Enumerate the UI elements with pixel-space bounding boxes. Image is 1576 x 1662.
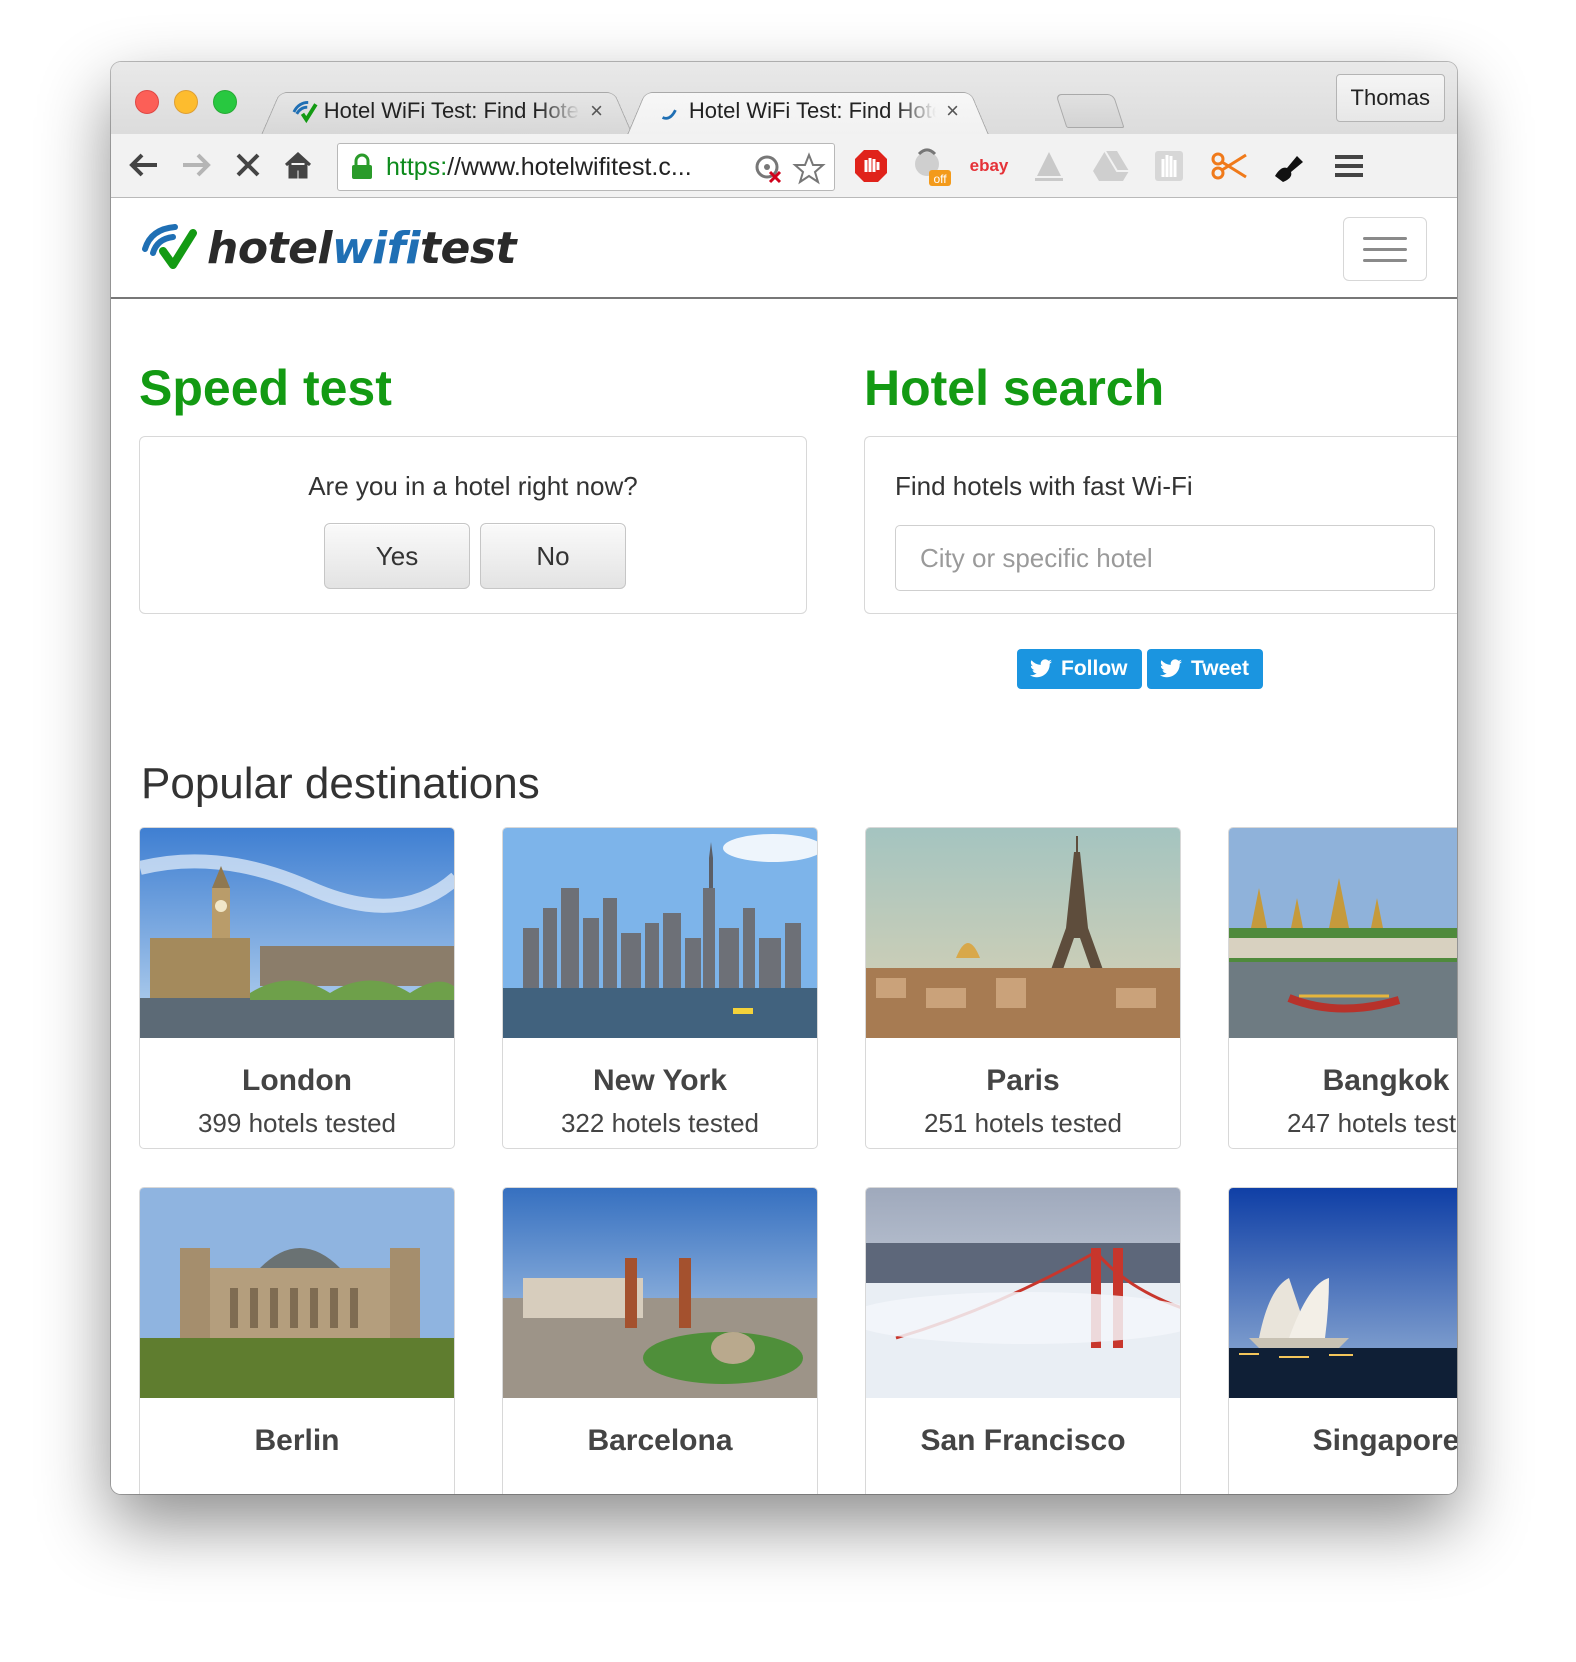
tab-hotel-wifi-test-2[interactable]: Hotel WiFi Test: Find Hotels with Fast W… (627, 87, 989, 135)
twitter-follow-button[interactable]: Follow (1017, 649, 1142, 689)
hamburger-bar (1363, 258, 1407, 262)
plug-icon[interactable] (1269, 146, 1309, 186)
honey-off-badge: off (933, 172, 947, 186)
destination-card-paris[interactable]: Paris 251 hotels tested (865, 827, 1181, 1149)
ebay-icon[interactable]: ebay (969, 146, 1009, 186)
tab-title: Hotel WiFi Test: Find Hotels with Fast W… (688, 98, 936, 123)
destination-name: Bangkok (1322, 1064, 1450, 1097)
site-navbar: hotelwifitest (111, 199, 1457, 299)
destination-name: Berlin (254, 1424, 340, 1457)
url-scheme: https: (386, 152, 448, 181)
destination-name: Singapore (1312, 1424, 1457, 1457)
berlin-photo (140, 1188, 454, 1398)
destination-count: 251 hotels tested (923, 1108, 1123, 1138)
window-minimize-button[interactable] (174, 90, 198, 114)
follow-label: Follow (1061, 657, 1128, 680)
hamburger-bar (1363, 247, 1407, 251)
adblock-icon[interactable] (851, 146, 891, 186)
destination-count: 247 hotels tested (1286, 1108, 1457, 1138)
destination-name: San Francisco (920, 1424, 1126, 1457)
forward-arrow-icon (183, 153, 211, 177)
hotel-search-label: Find hotels with fast Wi-Fi (895, 471, 1193, 501)
screenshot-stage: Hotel WiFi Test: Find Hotels with Fast W… (0, 0, 1576, 1662)
destination-name: Paris (986, 1064, 1060, 1097)
tab-hotel-wifi-test-1[interactable]: Hotel WiFi Test: Find Hotels with Fast W… (261, 87, 633, 135)
speed-test-card: Are you in a hotel right now? Yes No (139, 436, 807, 614)
destination-name: London (242, 1064, 352, 1097)
nav-menu-toggle-button[interactable] (1343, 217, 1427, 281)
logo-text-hotel: hotel (207, 222, 333, 274)
stop-x-icon (236, 153, 260, 177)
back-button[interactable] (123, 144, 165, 186)
generic-extension-icon[interactable] (1029, 146, 1069, 186)
stop-button[interactable] (227, 144, 269, 186)
hotel-search-input[interactable] (895, 525, 1435, 591)
hamburger-bar (1363, 236, 1407, 240)
twitter-bird-icon (1160, 659, 1182, 678)
destination-card-london[interactable]: London 399 hotels tested (139, 827, 455, 1149)
twitter-bird-icon (1030, 659, 1052, 678)
web-page: hotelwifitest Speed test Are you in a ho… (111, 199, 1457, 1494)
destination-card-barcelona[interactable]: Barcelona (502, 1187, 818, 1494)
london-photo (140, 828, 454, 1038)
window-maximize-button[interactable] (213, 90, 237, 114)
destination-count: 399 hotels tested (197, 1108, 397, 1138)
honey-icon[interactable]: off (911, 146, 951, 186)
twitter-tweet-button[interactable]: Tweet (1147, 649, 1263, 689)
url-text: https://www.hotelwifitest.c... (386, 153, 746, 182)
home-icon (284, 151, 312, 179)
ebay-label: ebay (969, 156, 1009, 175)
destination-card-berlin[interactable]: Berlin (139, 1187, 455, 1494)
bookmark-star-icon[interactable] (792, 152, 826, 186)
no-button[interactable]: No (480, 523, 626, 589)
destination-card-bangkok[interactable]: Bangkok 247 hotels tested (1228, 827, 1457, 1149)
site-logo[interactable]: hotelwifitest (141, 221, 517, 275)
wifi-check-logo-icon (142, 224, 197, 269)
popular-destinations-heading: Popular destinations (141, 759, 540, 808)
tab-title: Hotel WiFi Test: Find Hotels with Fast W… (323, 98, 580, 123)
san-francisco-photo (866, 1188, 1180, 1398)
destination-card-new-york[interactable]: New York 322 hotels tested (502, 827, 818, 1149)
hotelwifitest-favicon-icon (292, 100, 318, 124)
window-close-button[interactable] (135, 90, 159, 114)
browser-toolbar: https://www.hotelwifitest.c... off ebay (111, 134, 1457, 198)
tab-close-icon[interactable]: × (590, 98, 603, 124)
destination-card-singapore[interactable]: Singapore (1228, 1187, 1457, 1494)
home-button[interactable] (277, 144, 319, 186)
google-drive-icon[interactable] (1091, 146, 1131, 186)
browser-window: Hotel WiFi Test: Find Hotels with Fast W… (111, 62, 1457, 1494)
bangkok-photo (1229, 828, 1457, 1038)
forward-button[interactable] (175, 144, 217, 186)
yes-button[interactable]: Yes (324, 523, 470, 589)
logo-text-wifi: wifi (332, 222, 420, 274)
scissors-icon[interactable] (1209, 146, 1249, 186)
new-tab-button[interactable] (1055, 94, 1125, 128)
hotel-search-card: Find hotels with fast Wi-Fi (864, 436, 1457, 614)
logo-text-test: test (419, 222, 517, 274)
tab-close-icon[interactable]: × (946, 98, 959, 124)
destination-name: New York (593, 1064, 727, 1097)
barcelona-photo (503, 1188, 817, 1398)
new-york-photo (503, 828, 817, 1038)
lock-icon (352, 153, 372, 179)
tracking-blocked-icon[interactable] (752, 152, 786, 186)
destination-count: 322 hotels tested (560, 1108, 760, 1138)
back-arrow-icon (129, 153, 157, 177)
profile-button[interactable]: Thomas (1335, 74, 1445, 122)
hotel-question-text: Are you in a hotel right now? (308, 471, 638, 501)
destination-name: Barcelona (587, 1424, 733, 1457)
tweet-label: Tweet (1191, 657, 1249, 680)
hand-icon[interactable] (1149, 146, 1189, 186)
speed-test-heading: Speed test (139, 360, 392, 416)
loading-spinner-icon (661, 109, 677, 120)
address-bar[interactable]: https://www.hotelwifitest.c... (337, 143, 835, 191)
tab-strip: Hotel WiFi Test: Find Hotels with Fast W… (111, 62, 1457, 135)
hotel-search-heading: Hotel search (864, 360, 1165, 416)
destination-card-san-francisco[interactable]: San Francisco (865, 1187, 1181, 1494)
singapore-photo (1229, 1188, 1457, 1398)
url-rest: //www.hotelwifitest.c... (447, 152, 692, 181)
paris-photo (866, 828, 1180, 1038)
chrome-menu-icon[interactable] (1329, 146, 1369, 186)
